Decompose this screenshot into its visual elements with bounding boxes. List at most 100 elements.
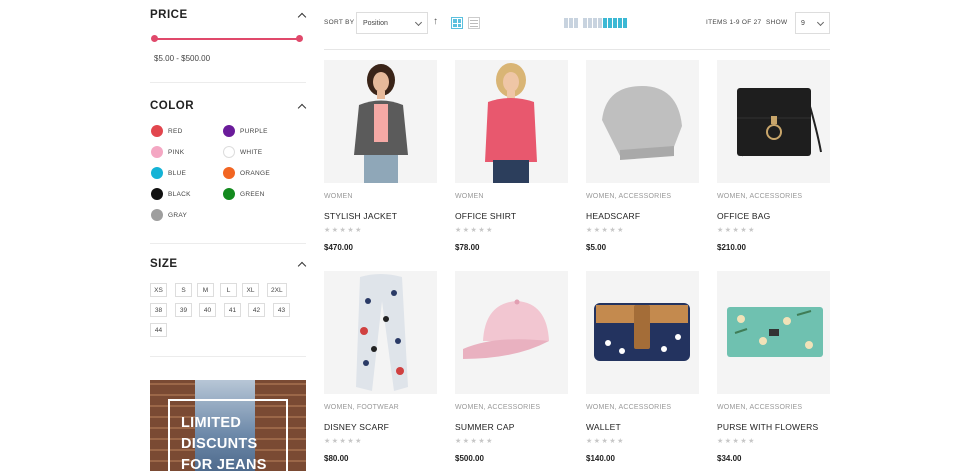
price-slider-track[interactable] (154, 38, 299, 40)
size-option-39[interactable]: 39 (175, 303, 192, 317)
color-swatch (151, 146, 163, 158)
chevron-up-icon[interactable] (298, 260, 306, 268)
size-option-43[interactable]: 43 (273, 303, 290, 317)
product-name[interactable]: PURSE WITH FLOWERS (717, 422, 830, 432)
size-filter-header[interactable]: SIZE (150, 257, 306, 271)
divider (150, 356, 306, 357)
product-category[interactable]: WOMEN, ACCESSORIES (717, 404, 830, 413)
product-image[interactable] (324, 271, 437, 394)
size-option-xs[interactable]: XS (150, 283, 167, 297)
color-swatch (151, 209, 163, 221)
show-label: SHOW (766, 19, 788, 26)
banner-text: LIMITED DISCUNTS FOR JEANS (181, 415, 267, 471)
product-category[interactable]: WOMEN, ACCESSORIES (455, 404, 568, 413)
product-name[interactable]: OFFICE BAG (717, 211, 830, 221)
price-filter: PRICE (150, 8, 306, 22)
divider (150, 243, 306, 244)
product-image[interactable] (717, 271, 830, 394)
product-category[interactable]: WOMEN (324, 193, 437, 202)
color-option-orange[interactable]: ORANGE (223, 167, 270, 179)
products-toolbar: SORT BY Position ↑ ITEMS 1-9 OF 27 SHOW … (324, 12, 830, 34)
size-option-40[interactable]: 40 (199, 303, 216, 317)
product-card[interactable]: WOMEN STYLISH JACKET ★★★★★ $470.00 (324, 60, 437, 252)
show-per-page-value: 9 (801, 19, 805, 27)
size-option-s[interactable]: S (175, 283, 192, 297)
size-option-m[interactable]: M (197, 283, 214, 297)
promo-banner[interactable]: LIMITED DISCUNTS FOR JEANS (150, 380, 306, 471)
product-card[interactable]: WOMEN, ACCESSORIES OFFICE BAG ★★★★★ $210… (717, 60, 830, 252)
product-price: $34.00 (717, 454, 742, 463)
chevron-up-icon[interactable] (298, 11, 306, 19)
color-option-red[interactable]: RED (151, 125, 183, 137)
product-card[interactable]: WOMEN OFFICE SHIRT ★★★★★ $78.00 (455, 60, 568, 252)
product-card[interactable]: WOMEN, ACCESSORIES WALLET ★★★★★ $140.00 (586, 271, 699, 463)
color-option-blue[interactable]: BLUE (151, 167, 186, 179)
show-per-page-select[interactable]: 9 (795, 12, 830, 34)
product-image[interactable] (455, 60, 568, 183)
color-swatch (223, 125, 235, 137)
size-option-38[interactable]: 38 (150, 303, 167, 317)
size-option-l[interactable]: L (220, 283, 237, 297)
product-image[interactable] (455, 271, 568, 394)
product-rating: ★★★★★ (717, 438, 756, 445)
product-price: $140.00 (586, 454, 615, 463)
chevron-up-icon[interactable] (298, 102, 306, 110)
product-name[interactable]: STYLISH JACKET (324, 211, 437, 221)
product-rating: ★★★★★ (586, 438, 625, 445)
size-option-44[interactable]: 44 (150, 323, 167, 337)
product-name[interactable]: SUMMER CAP (455, 422, 568, 432)
sort-by-select[interactable]: Position (356, 12, 428, 34)
product-card[interactable]: WOMEN, ACCESSORIES HEADSCARF ★★★★★ $5.00 (586, 60, 699, 252)
product-price: $5.00 (586, 243, 607, 252)
product-card[interactable]: WOMEN, FOOTWEAR DISNEY SCARF ★★★★★ $80.0… (324, 271, 437, 463)
color-option-purple[interactable]: PURPLE (223, 125, 268, 137)
color-label: WHITE (240, 148, 263, 156)
product-name[interactable]: OFFICE SHIRT (455, 211, 568, 221)
product-price: $80.00 (324, 454, 349, 463)
size-filter-title: SIZE (150, 258, 178, 270)
product-category[interactable]: WOMEN, FOOTWEAR (324, 404, 437, 413)
product-category[interactable]: WOMEN (455, 193, 568, 202)
price-slider-max-handle[interactable] (296, 35, 303, 42)
product-name[interactable]: HEADSCARF (586, 211, 699, 221)
product-category[interactable]: WOMEN, ACCESSORIES (586, 404, 699, 413)
product-card[interactable]: WOMEN, ACCESSORIES SUMMER CAP ★★★★★ $500… (455, 271, 568, 463)
product-image[interactable] (717, 60, 830, 183)
color-label: PURPLE (240, 127, 268, 135)
product-name[interactable]: DISNEY SCARF (324, 422, 437, 432)
color-option-black[interactable]: BLACK (151, 188, 191, 200)
price-slider-min-handle[interactable] (151, 35, 158, 42)
size-option-42[interactable]: 42 (248, 303, 265, 317)
product-image[interactable] (586, 60, 699, 183)
columns-4-icon[interactable] (603, 18, 627, 28)
color-option-pink[interactable]: PINK (151, 146, 184, 158)
product-category[interactable]: WOMEN, ACCESSORIES (717, 193, 830, 202)
sort-by-label: SORT BY (324, 19, 355, 26)
product-price: $500.00 (455, 454, 484, 463)
size-option-41[interactable]: 41 (224, 303, 241, 317)
size-option-xl[interactable]: XL (242, 283, 259, 297)
product-image[interactable] (586, 271, 699, 394)
grid-view-icon[interactable] (451, 17, 463, 29)
color-label: GRAY (168, 211, 188, 219)
color-filter-title: COLOR (150, 100, 195, 112)
color-option-white[interactable]: WHITE (223, 146, 262, 158)
product-card[interactable]: WOMEN, ACCESSORIES PURSE WITH FLOWERS ★★… (717, 271, 830, 463)
size-option-2xl[interactable]: 2XL (267, 283, 287, 297)
color-filter-header[interactable]: COLOR (150, 99, 306, 113)
list-view-icon[interactable] (468, 17, 480, 29)
columns-3-icon[interactable] (583, 18, 602, 28)
price-filter-title: PRICE (150, 9, 188, 21)
product-category[interactable]: WOMEN, ACCESSORIES (586, 193, 699, 202)
product-name[interactable]: WALLET (586, 422, 699, 432)
product-rating: ★★★★★ (455, 438, 494, 445)
color-swatch (223, 167, 235, 179)
chevron-down-icon (816, 18, 825, 27)
product-image[interactable] (324, 60, 437, 183)
columns-2-icon[interactable] (564, 18, 578, 28)
divider (150, 82, 306, 83)
color-option-green[interactable]: GREEN (223, 188, 265, 200)
color-option-gray[interactable]: GRAY (151, 209, 187, 221)
price-filter-header[interactable]: PRICE (150, 8, 306, 22)
sort-direction-arrow-up-icon[interactable]: ↑ (433, 16, 438, 27)
